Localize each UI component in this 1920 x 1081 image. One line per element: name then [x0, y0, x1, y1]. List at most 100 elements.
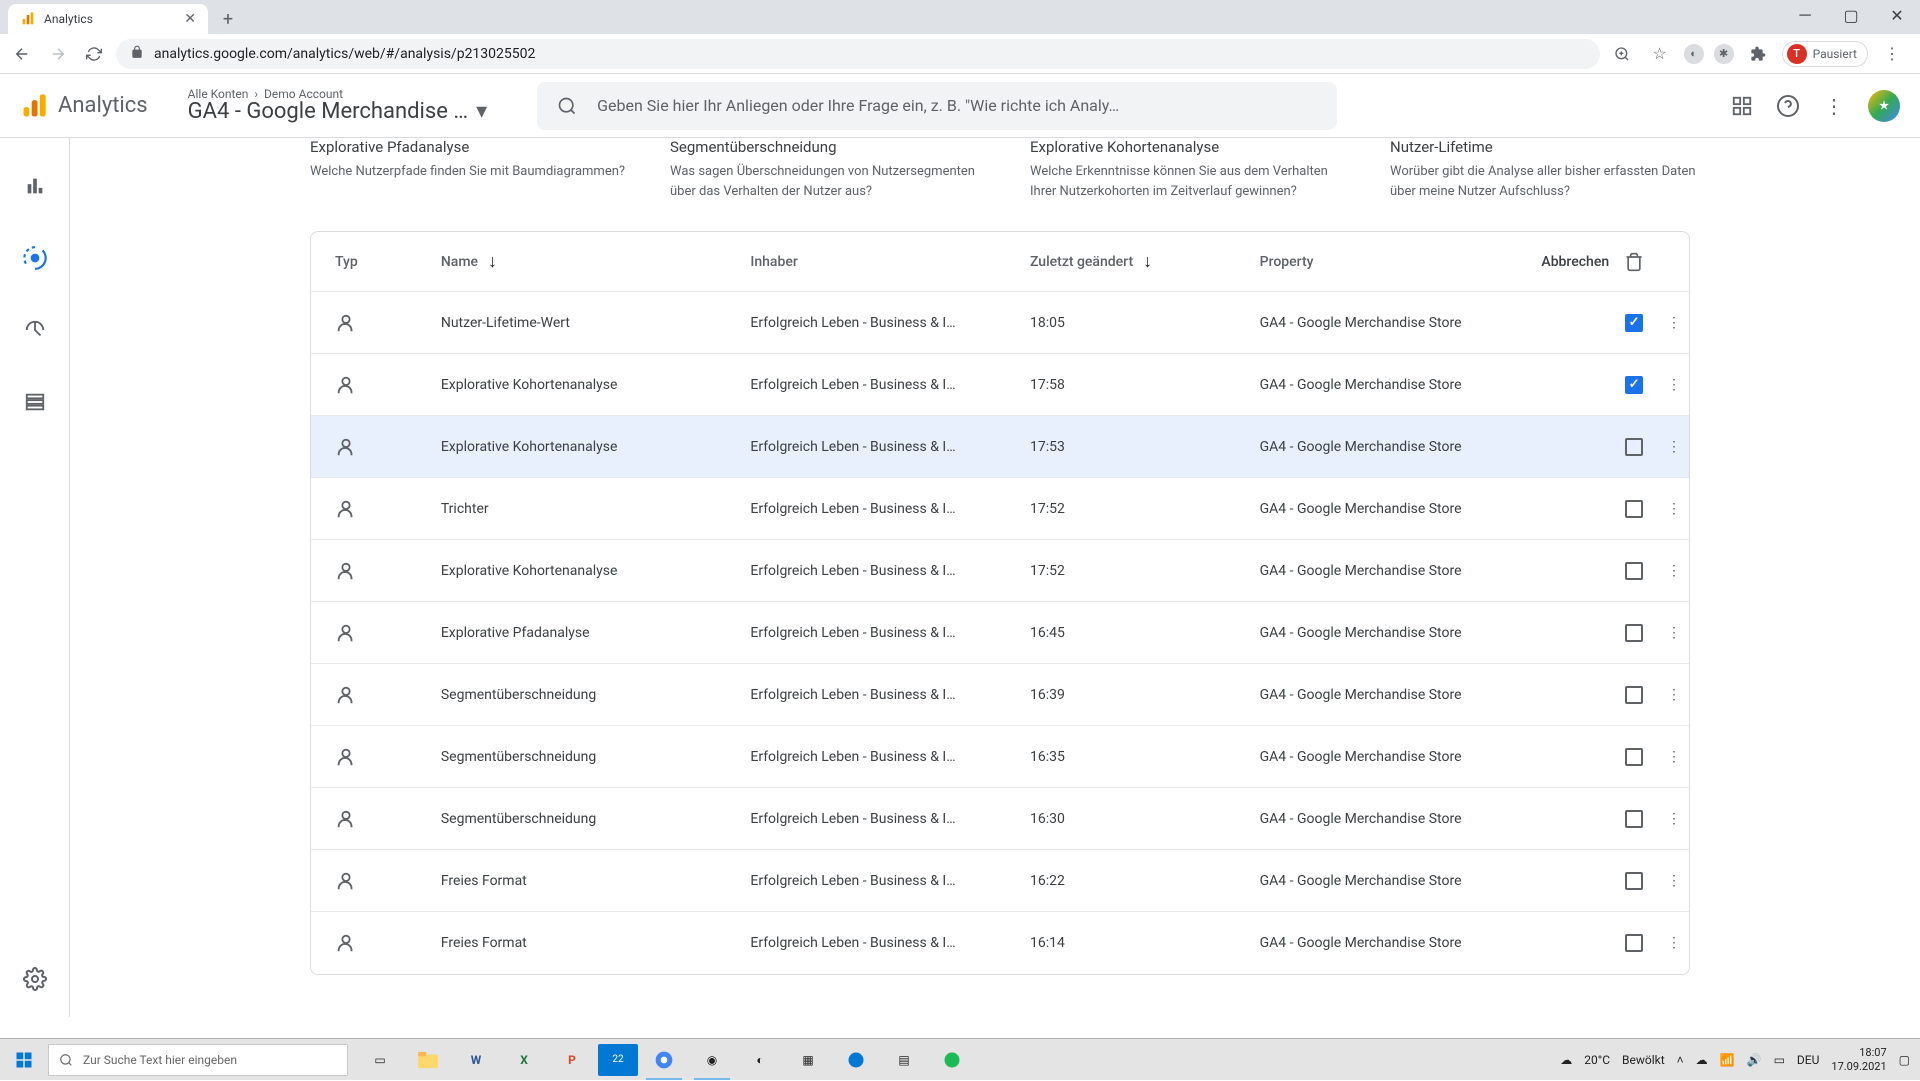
notifications-icon[interactable]: ▢	[1899, 1053, 1910, 1067]
template-card[interactable]: Explorative Pfadanalyse Welche Nutzerpfa…	[310, 138, 630, 201]
reload-button[interactable]	[80, 40, 108, 68]
row-more-icon[interactable]: ⋮	[1659, 749, 1689, 765]
table-row[interactable]: Explorative Kohortenanalyse Erfolgreich …	[311, 354, 1689, 416]
notepad-icon[interactable]: ▤	[882, 1040, 926, 1080]
chevron-down-icon[interactable]: ▾	[476, 99, 487, 124]
clock[interactable]: 18:07 17.09.2021	[1831, 1046, 1886, 1072]
table-row[interactable]: Freies Format Erfolgreich Leben - Busine…	[311, 850, 1689, 912]
row-checkbox[interactable]	[1625, 314, 1643, 332]
table-row[interactable]: Explorative Kohortenanalyse Erfolgreich …	[311, 416, 1689, 478]
table-row[interactable]: Explorative Kohortenanalyse Erfolgreich …	[311, 540, 1689, 602]
breadcrumb[interactable]: Alle Konten › Demo Account GA4 - Google …	[188, 87, 487, 124]
row-more-icon[interactable]: ⋮	[1659, 811, 1689, 827]
row-checkbox[interactable]	[1625, 500, 1643, 518]
omnibox[interactable]: analytics.google.com/analytics/web/#/ana…	[116, 39, 1600, 69]
row-more-icon[interactable]: ⋮	[1659, 687, 1689, 703]
table-row[interactable]: Freies Format Erfolgreich Leben - Busine…	[311, 912, 1689, 974]
row-checkbox[interactable]	[1625, 376, 1643, 394]
app-search[interactable]: Geben Sie hier Ihr Anliegen oder Ihre Fr…	[537, 82, 1337, 130]
weather-temp[interactable]: 20°C	[1584, 1053, 1610, 1067]
minimize-button[interactable]: ─	[1782, 0, 1828, 30]
weather-icon[interactable]: ☁	[1560, 1053, 1572, 1067]
row-checkbox[interactable]	[1625, 748, 1643, 766]
zoom-icon[interactable]	[1608, 40, 1636, 68]
excel-icon[interactable]: X	[502, 1040, 546, 1080]
row-checkbox[interactable]	[1625, 934, 1643, 952]
col-modified[interactable]: Zuletzt geändert↓	[1030, 251, 1260, 272]
close-window-button[interactable]: ✕	[1874, 0, 1920, 30]
bookmark-star-icon[interactable]: ☆	[1646, 40, 1674, 68]
app-icon-1[interactable]: ◐	[738, 1040, 782, 1080]
network-icon[interactable]: 📶	[1720, 1053, 1735, 1067]
col-name[interactable]: Name↓	[441, 251, 751, 272]
maximize-button[interactable]: ▢	[1828, 0, 1874, 30]
template-card[interactable]: Nutzer-Lifetime Worüber gibt die Analyse…	[1390, 138, 1710, 201]
row-more-icon[interactable]: ⋮	[1659, 501, 1689, 517]
col-owner[interactable]: Inhaber	[750, 254, 1030, 270]
user-avatar[interactable]: ★	[1868, 90, 1900, 122]
weather-text[interactable]: Bewölkt	[1622, 1053, 1665, 1067]
browser-tab[interactable]: Analytics ✕	[8, 4, 208, 34]
row-checkbox[interactable]	[1625, 438, 1643, 456]
nav-config-icon[interactable]	[17, 384, 53, 420]
table-row[interactable]: Segmentüberschneidung Erfolgreich Leben …	[311, 788, 1689, 850]
profile-chip[interactable]: T Pausiert	[1782, 41, 1868, 67]
row-more-icon[interactable]: ⋮	[1659, 625, 1689, 641]
table-row[interactable]: Segmentüberschneidung Erfolgreich Leben …	[311, 726, 1689, 788]
delete-button[interactable]	[1609, 252, 1659, 272]
back-button[interactable]	[8, 40, 36, 68]
new-tab-button[interactable]: +	[214, 5, 242, 33]
language-indicator[interactable]: DEU	[1797, 1053, 1819, 1067]
template-card[interactable]: Segmentüberschneidung Was sagen Überschn…	[670, 138, 990, 201]
table-row[interactable]: Nutzer-Lifetime-Wert Erfolgreich Leben -…	[311, 292, 1689, 354]
row-checkbox[interactable]	[1625, 686, 1643, 704]
forward-button[interactable]	[44, 40, 72, 68]
chrome-icon[interactable]	[642, 1040, 686, 1080]
row-checkbox[interactable]	[1625, 624, 1643, 642]
onedrive-icon[interactable]: ☁	[1696, 1053, 1708, 1067]
template-card[interactable]: Explorative Kohortenanalyse Welche Erken…	[1030, 138, 1350, 201]
nav-explore-icon[interactable]	[17, 240, 53, 276]
word-icon[interactable]: W	[454, 1040, 498, 1080]
table-row[interactable]: Segmentüberschneidung Erfolgreich Leben …	[311, 664, 1689, 726]
row-checkbox[interactable]	[1625, 562, 1643, 580]
close-tab-icon[interactable]: ✕	[184, 11, 196, 27]
nav-settings-icon[interactable]	[17, 961, 53, 997]
chrome-menu-icon[interactable]: ⋮	[1878, 40, 1906, 68]
table-row[interactable]: Explorative Pfadanalyse Erfolgreich Lebe…	[311, 602, 1689, 664]
battery-icon[interactable]: ▭	[1774, 1053, 1785, 1067]
extensions-puzzle-icon[interactable]	[1744, 40, 1772, 68]
extension-icon-1[interactable]: ◐	[1684, 44, 1704, 64]
col-property[interactable]: Property	[1260, 254, 1520, 270]
tray-chevron-icon[interactable]: ˄	[1677, 1053, 1684, 1067]
edge-icon[interactable]	[834, 1040, 878, 1080]
start-button[interactable]	[0, 1039, 48, 1081]
volume-icon[interactable]: 🔊	[1747, 1053, 1762, 1067]
taskbar-search[interactable]: Zur Suche Text hier eingeben	[48, 1044, 348, 1076]
kebab-menu-icon[interactable]: ⋮	[1822, 94, 1846, 118]
row-checkbox[interactable]	[1625, 810, 1643, 828]
diamond-icon[interactable]	[1730, 94, 1754, 118]
powerpoint-icon[interactable]: P	[550, 1040, 594, 1080]
nav-reports-icon[interactable]	[17, 168, 53, 204]
row-more-icon[interactable]: ⋮	[1659, 563, 1689, 579]
spotify-icon[interactable]	[930, 1040, 974, 1080]
col-type[interactable]: Typ	[311, 254, 441, 270]
taskview-icon[interactable]: ▭	[358, 1040, 402, 1080]
row-more-icon[interactable]: ⋮	[1659, 439, 1689, 455]
analytics-logo[interactable]: Analytics	[20, 92, 148, 120]
obs-icon[interactable]: ◉	[690, 1040, 734, 1080]
cancel-button[interactable]: Abbrechen	[1519, 254, 1609, 270]
nav-ads-icon[interactable]	[17, 312, 53, 348]
mail-icon[interactable]: 22	[598, 1044, 638, 1076]
help-icon[interactable]	[1776, 94, 1800, 118]
row-checkbox[interactable]	[1625, 872, 1643, 890]
explorer-icon[interactable]	[406, 1040, 450, 1080]
row-more-icon[interactable]: ⋮	[1659, 935, 1689, 951]
row-more-icon[interactable]: ⋮	[1659, 315, 1689, 331]
row-more-icon[interactable]: ⋮	[1659, 377, 1689, 393]
extension-icon-2[interactable]: ✱	[1714, 44, 1734, 64]
row-more-icon[interactable]: ⋮	[1659, 873, 1689, 889]
app-icon-2[interactable]: ▦	[786, 1040, 830, 1080]
table-row[interactable]: Trichter Erfolgreich Leben - Business & …	[311, 478, 1689, 540]
